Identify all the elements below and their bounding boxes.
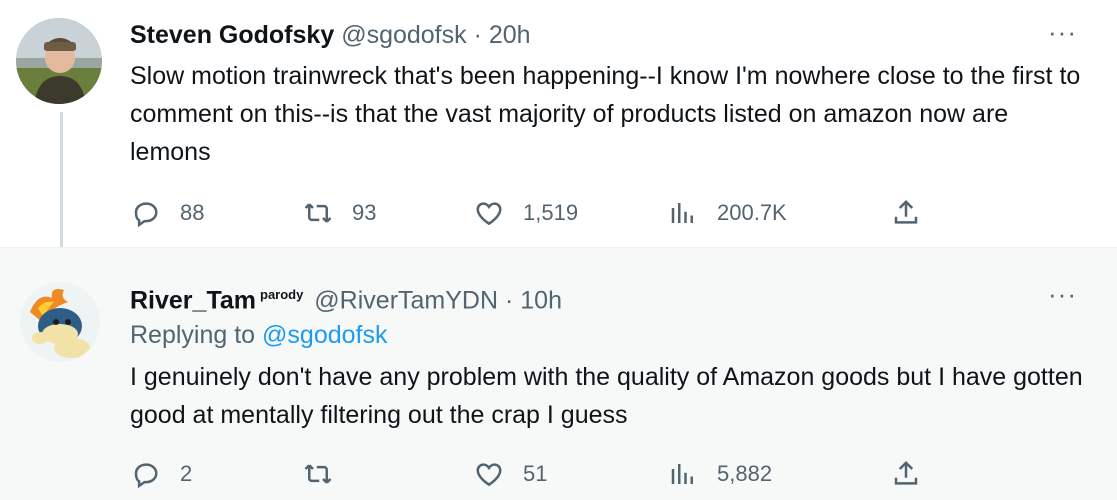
tweet-header: Steven Godofsky @sgodofsk · 20h (130, 20, 531, 50)
avatar-image (16, 18, 102, 104)
tweet-reply[interactable]: River_Tam parody @RiverTamYDN · 10h ··· R… (0, 247, 1117, 500)
more-options-icon[interactable]: ··· (1048, 281, 1077, 307)
like-button[interactable]: 51 (473, 454, 547, 494)
user-handle[interactable]: @RiverTamYDN (314, 286, 498, 314)
parody-badge: parody (260, 287, 304, 302)
replying-to-handle-link[interactable]: @sgodofsk (262, 321, 387, 349)
heart-icon (473, 197, 505, 229)
retweet-button[interactable]: 93 (302, 193, 376, 233)
tweet-text: I genuinely don't have any problem with … (130, 363, 1083, 429)
separator-dot: · (473, 21, 482, 49)
display-name[interactable]: Steven Godofsky (130, 21, 334, 49)
reply-button[interactable]: 2 (130, 454, 192, 494)
separator-dot: · (504, 286, 514, 315)
retweet-arrows-icon (302, 197, 334, 229)
like-count: 51 (523, 461, 548, 486)
avatar-steven-godofsky[interactable] (16, 18, 102, 104)
bar-chart-icon (667, 458, 699, 490)
tweet-text: Slow motion trainwreck that's been happe… (130, 62, 1081, 166)
retweet-arrows-icon (302, 458, 334, 490)
action-bar: 2 51 5,882 (130, 454, 930, 494)
display-name[interactable]: River_Tam (130, 286, 256, 314)
reply-button[interactable]: 88 (130, 193, 204, 233)
avatar-image (20, 282, 100, 362)
share-upload-icon (890, 197, 922, 229)
views-button[interactable]: 200.7K (667, 193, 787, 233)
tweet-header: River_Tam parody @RiverTamYDN · 10h (130, 280, 562, 315)
share-button[interactable] (890, 454, 922, 494)
action-bar: 88 93 1,519 200.7K (130, 193, 930, 233)
retweet-button[interactable] (302, 454, 352, 494)
bar-chart-icon (667, 197, 699, 229)
views-button[interactable]: 5,882 (667, 454, 772, 494)
heart-icon (473, 458, 505, 490)
replying-prefix: Replying to (130, 321, 256, 349)
timestamp[interactable]: 10h (520, 286, 562, 314)
avatar-river-tam[interactable] (20, 282, 100, 362)
share-button[interactable] (890, 193, 922, 233)
like-button[interactable]: 1,519 (473, 193, 578, 233)
more-options-icon[interactable]: ··· (1048, 19, 1077, 45)
view-count: 200.7K (717, 200, 787, 225)
reply-count: 2 (180, 461, 193, 486)
retweet-count: 93 (352, 200, 377, 225)
timestamp[interactable]: 20h (489, 21, 531, 49)
replying-to-line: Replying to @sgodofsk (130, 319, 387, 351)
view-count: 5,882 (717, 461, 773, 486)
tweet-original[interactable]: Steven Godofsky @sgodofsk · 20h ··· Slow… (0, 0, 1117, 247)
user-handle[interactable]: @sgodofsk (341, 21, 466, 49)
like-count: 1,519 (523, 200, 579, 225)
reply-count: 88 (180, 200, 205, 225)
speech-bubble-icon (130, 197, 162, 229)
share-upload-icon (890, 458, 922, 490)
speech-bubble-icon (130, 458, 162, 490)
thread-connector-line (60, 112, 63, 247)
